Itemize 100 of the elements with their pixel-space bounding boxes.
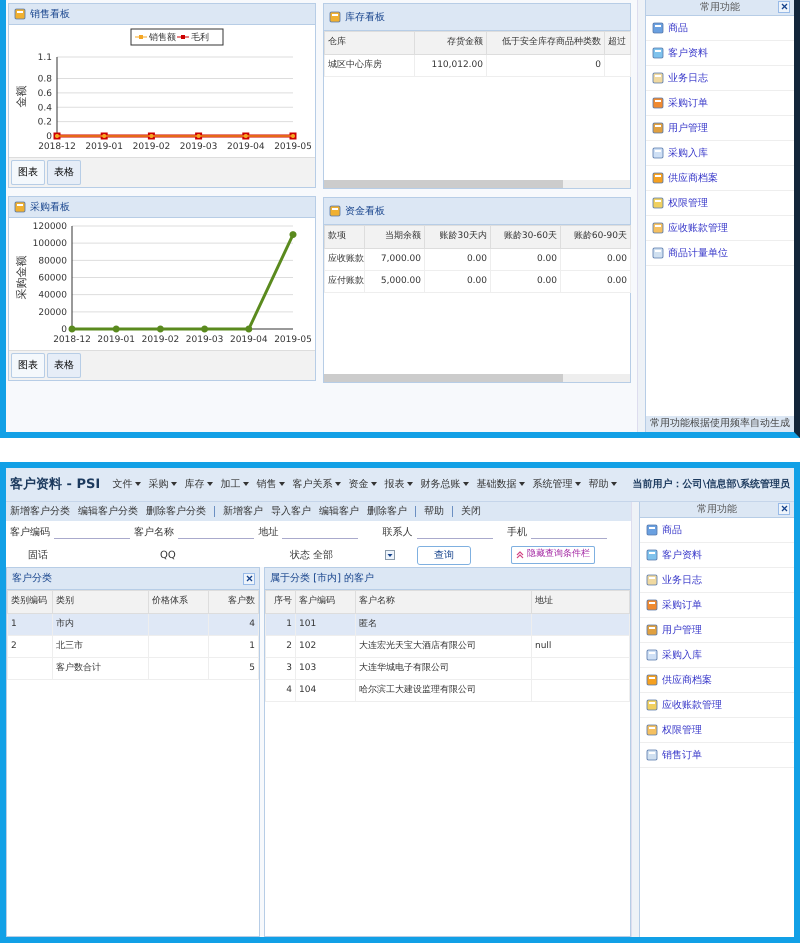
tick-label: 2019-02 [142, 335, 180, 345]
app-icon [646, 574, 658, 586]
toolbar-button[interactable]: 编辑客户分类 [78, 504, 138, 519]
toolbar-button[interactable]: 新增客户分类 [10, 504, 70, 519]
column-header: 类别编码 [8, 590, 52, 614]
select-value: 全部 [313, 548, 333, 562]
tick-label: 100000 [32, 239, 67, 250]
table-row[interactable]: 客户数合计 5 [8, 658, 258, 680]
toolbar-button[interactable]: 关闭 [461, 504, 481, 519]
menu-item[interactable]: 帮助 [588, 477, 617, 492]
scrollbar[interactable] [324, 180, 630, 188]
tick-label: 60000 [38, 274, 67, 284]
table-cell: 0.00 [606, 254, 627, 264]
legend-key [134, 35, 148, 39]
board-icon [14, 201, 26, 213]
toolbar-button[interactable]: 帮助 [424, 504, 444, 519]
axis-title: 采购金额 [15, 256, 28, 300]
tick-label: 2019-04 [230, 335, 268, 345]
board-icon [329, 205, 341, 217]
status-select[interactable]: 全部 [313, 547, 395, 563]
menu-item[interactable]: 资金 [348, 477, 377, 492]
sidebar-item-label: 采购订单 [662, 598, 702, 612]
hide-query-button[interactable]: 隐藏查询条件栏 [511, 546, 595, 564]
column-header: 仓库 [324, 32, 414, 54]
toolbar-button[interactable]: 新增客户 [223, 504, 263, 519]
table-row[interactable]: 2 102 大连宏光天宝大酒店有限公司 null [266, 636, 630, 658]
app-icon [646, 724, 658, 736]
column-header: 类别 [52, 590, 148, 614]
sidebar-title: 常用功能 [697, 502, 737, 517]
caret-icon [334, 482, 341, 486]
table-cell: 110,012.00 [431, 60, 483, 70]
menu-item[interactable]: 基础数据 [476, 477, 525, 492]
table-row[interactable]: 3 103 大连华城电子有限公司 [266, 658, 630, 680]
toolbar-button[interactable]: 删除客户 [367, 504, 407, 519]
menu-item[interactable]: 报表 [384, 477, 413, 492]
double-chevron-up-icon [516, 551, 524, 559]
toolbar-button[interactable]: 删除客户分类 [146, 504, 206, 519]
menu-item[interactable]: 客户关系 [292, 477, 341, 492]
splitter[interactable] [631, 502, 639, 937]
app-icon [646, 649, 658, 661]
tab[interactable]: 图表 [11, 353, 45, 378]
tick-label: 2019-03 [186, 335, 224, 345]
table-row[interactable]: 1 101 匿名 [266, 614, 630, 636]
query-button[interactable]: 查询 [417, 546, 471, 564]
caret-icon [518, 482, 525, 486]
splitter[interactable] [637, 0, 645, 432]
sidebar-item-label: 供应商档案 [668, 172, 718, 186]
app-icon [652, 22, 664, 34]
legend-label: 毛利 [191, 33, 209, 43]
caret-icon [370, 482, 377, 486]
tab[interactable]: 表格 [47, 353, 81, 378]
table-cell: 5,000.00 [380, 276, 421, 286]
close-button[interactable] [778, 503, 790, 515]
app-icon [652, 122, 664, 134]
panel-title: 库存看板 [345, 10, 385, 24]
toolbar-button[interactable]: 编辑客户 [319, 504, 359, 519]
menu-item[interactable]: 系统管理 [532, 477, 581, 492]
toolbar-button[interactable]: 导入客户 [271, 504, 311, 519]
close-button[interactable] [243, 573, 255, 585]
table-row[interactable]: 4 104 哈尔滨工大建设监理有限公司 [266, 680, 630, 702]
menu-item[interactable]: 文件 [112, 477, 141, 492]
field-label: 状态 [290, 548, 310, 562]
column-header: 账龄60-90天 [560, 226, 630, 248]
menu-item[interactable]: 采购 [148, 477, 177, 492]
caret-icon [170, 482, 177, 486]
axis-title: 金额 [15, 86, 28, 108]
table-row[interactable]: 2 北三市 1 [8, 636, 258, 658]
table-row[interactable]: 1 市内 4 [8, 614, 258, 636]
table-cell: 2 [286, 640, 292, 651]
sidebar-item-label: 采购入库 [662, 648, 702, 662]
menu-item[interactable]: 加工 [220, 477, 249, 492]
tick-label: 0 [46, 132, 52, 142]
current-user: 当前用户：公司\信息部\系统管理员 [632, 477, 790, 492]
caret-icon [278, 482, 285, 486]
sidebar-item-label: 业务日志 [662, 574, 702, 588]
menu-item[interactable]: 销售 [256, 477, 285, 492]
app-icon [652, 72, 664, 84]
tab[interactable]: 图表 [11, 160, 45, 185]
menu-item[interactable]: 财务总账 [420, 477, 469, 492]
scrollbar[interactable] [324, 374, 630, 382]
table-cell: 4 [249, 618, 255, 629]
field-label: 地址 [258, 526, 278, 540]
tick-label: 0.2 [38, 118, 52, 128]
table-cell: 3 [286, 662, 292, 673]
caret-icon [242, 482, 249, 486]
table-cell: 7,000.00 [380, 254, 421, 264]
close-button[interactable] [778, 1, 790, 13]
table-cell: 大连宏光天宝大酒店有限公司 [359, 640, 476, 651]
close-icon [780, 504, 788, 512]
column-header: 客户编码 [296, 590, 356, 614]
app-icon [646, 699, 658, 711]
column-header: 低于安全库存商品种类数 [486, 32, 604, 54]
field-label: 客户名称 [134, 526, 174, 540]
tab[interactable]: 表格 [47, 160, 81, 185]
table-cell: 101 [299, 618, 316, 629]
menu-item[interactable]: 库存 [184, 477, 213, 492]
column-header: 超过 [604, 32, 630, 54]
column-header: 账龄30天内 [424, 226, 490, 248]
table-cell: 哈尔滨工大建设监理有限公司 [359, 684, 476, 695]
sidebar-item-label: 供应商档案 [662, 674, 712, 688]
